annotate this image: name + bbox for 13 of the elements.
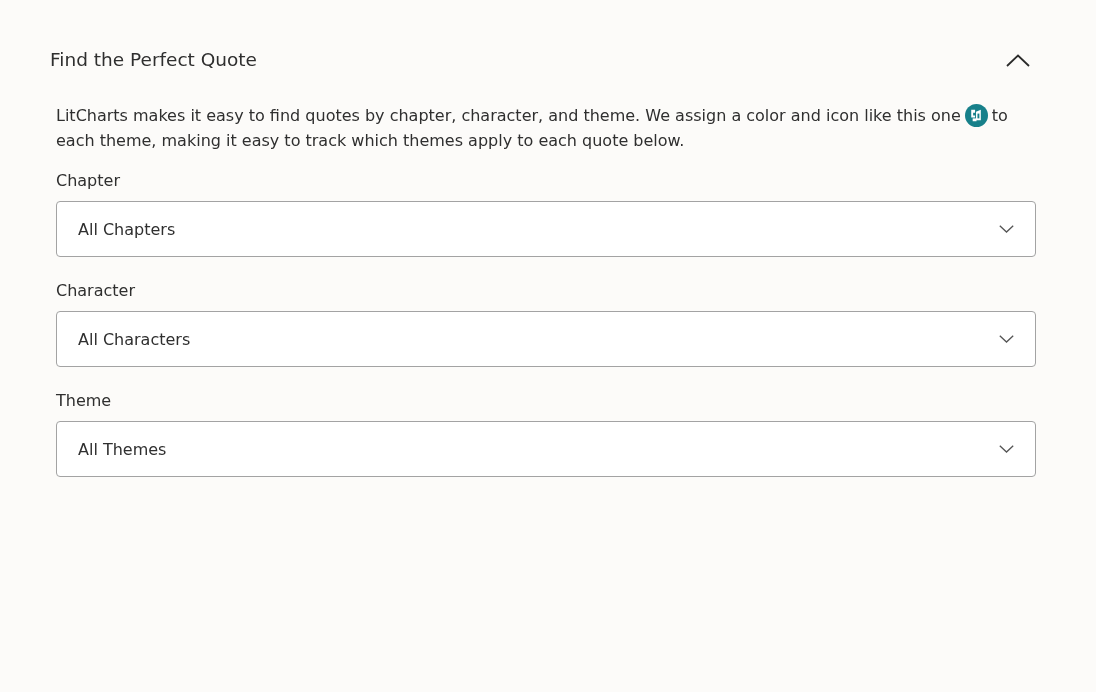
chevron-down-icon xyxy=(999,335,1014,343)
dropdown-select[interactable]: All Chapters xyxy=(56,201,1036,257)
field-label: Theme xyxy=(56,390,112,412)
dropdown-select[interactable]: All Characters xyxy=(56,311,1036,367)
chevron-down-icon xyxy=(999,225,1014,233)
field-label: Chapter xyxy=(56,170,120,192)
field-label: Character xyxy=(56,280,135,302)
intro-paragraph: LitCharts makes it easy to find quotes by chapter, character, and theme. We assign a color and icon like this one to each theme, making it easy to track which themes apply to each quote below. xyxy=(56,103,1009,152)
dropdown-select[interactable]: All Themes xyxy=(56,421,1036,477)
chevron-down-icon xyxy=(999,445,1014,453)
round-emblem-icon xyxy=(964,104,988,127)
section-title: Find the Perfect Quote xyxy=(50,48,257,72)
chevron-up-icon[interactable] xyxy=(1006,53,1030,67)
